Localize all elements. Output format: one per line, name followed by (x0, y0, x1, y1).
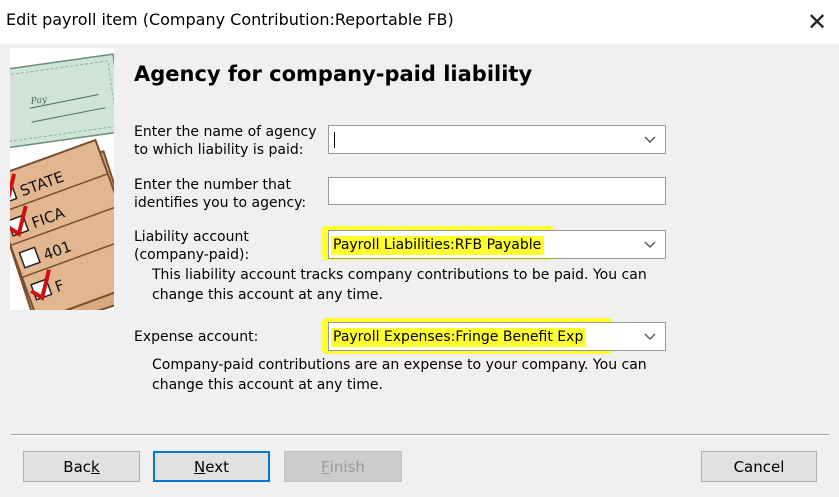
finish-button-mnemonic: F (321, 457, 330, 476)
liability-account-label-line1: Liability account (134, 229, 249, 245)
agency-name-dropdown-button[interactable] (635, 126, 665, 153)
liability-account-text: Payroll Liabilities:RFB Payable (331, 236, 545, 255)
text-cursor (334, 132, 335, 148)
finish-button-label: inish (329, 457, 365, 476)
agency-number-input[interactable] (328, 177, 666, 205)
expense-account-value: Payroll Expenses:Fringe Benefit Exp (331, 328, 587, 347)
agency-name-label-line1: Enter the name of agency (134, 124, 317, 140)
close-button[interactable]: ✕ (795, 0, 839, 44)
expense-account-combobox[interactable]: Payroll Expenses:Fringe Benefit Exp (328, 322, 666, 351)
chevron-down-icon (644, 241, 656, 248)
agency-name-label: Enter the name of agency to which liabil… (134, 123, 317, 159)
liability-account-combobox[interactable]: Payroll Liabilities:RFB Payable (328, 230, 666, 259)
title-bar: Edit payroll item (Company Contribution:… (0, 0, 839, 44)
expense-account-note: Company-paid contributions are an expens… (152, 355, 647, 395)
liability-note-line2: change this account at any time. (152, 287, 383, 303)
back-button[interactable]: Bac k (23, 451, 140, 482)
window-title: Edit payroll item (Company Contribution:… (6, 10, 454, 29)
cancel-button[interactable]: Cancel (701, 451, 817, 482)
back-button-mnemonic: k (91, 457, 100, 476)
agency-number-label-line1: Enter the number that (134, 177, 291, 193)
next-button[interactable]: Next (153, 451, 270, 482)
cancel-button-label: Cancel (733, 457, 785, 476)
page-title: Agency for company-paid liability (134, 62, 533, 86)
payroll-illustration: Pay STATE FICA 401 F (10, 48, 114, 310)
expense-note-line2: change this account at any time. (152, 377, 383, 393)
liability-account-note: This liability account tracks company co… (152, 265, 647, 305)
expense-account-text: Payroll Expenses:Fringe Benefit Exp (331, 328, 587, 347)
liability-account-dropdown-button[interactable] (635, 231, 665, 258)
liability-account-value: Payroll Liabilities:RFB Payable (331, 236, 545, 255)
footer-divider (11, 434, 829, 436)
chevron-down-icon (644, 136, 656, 143)
payroll-checks-icon: Pay STATE FICA 401 F (10, 48, 114, 310)
next-button-mnemonic: N (194, 457, 206, 476)
expense-account-label: Expense account: (134, 329, 259, 345)
agency-number-label: Enter the number that identifies you to … (134, 176, 306, 212)
expense-account-dropdown-button[interactable] (635, 323, 665, 350)
liability-account-label: Liability account (company-paid): (134, 228, 249, 264)
agency-name-label-line2: to which liability is paid: (134, 142, 304, 158)
finish-button[interactable]: Finish (284, 451, 402, 482)
chevron-down-icon (644, 333, 656, 340)
close-icon: ✕ (806, 8, 828, 36)
next-button-label: ext (205, 457, 229, 476)
liability-account-label-line2: (company-paid): (134, 247, 250, 263)
agency-number-label-line2: identifies you to agency: (134, 195, 307, 211)
back-button-label: Bac (63, 457, 92, 476)
expense-note-line1: Company-paid contributions are an expens… (152, 357, 647, 373)
liability-note-line1: This liability account tracks company co… (152, 267, 647, 283)
agency-name-combobox[interactable] (328, 125, 666, 154)
